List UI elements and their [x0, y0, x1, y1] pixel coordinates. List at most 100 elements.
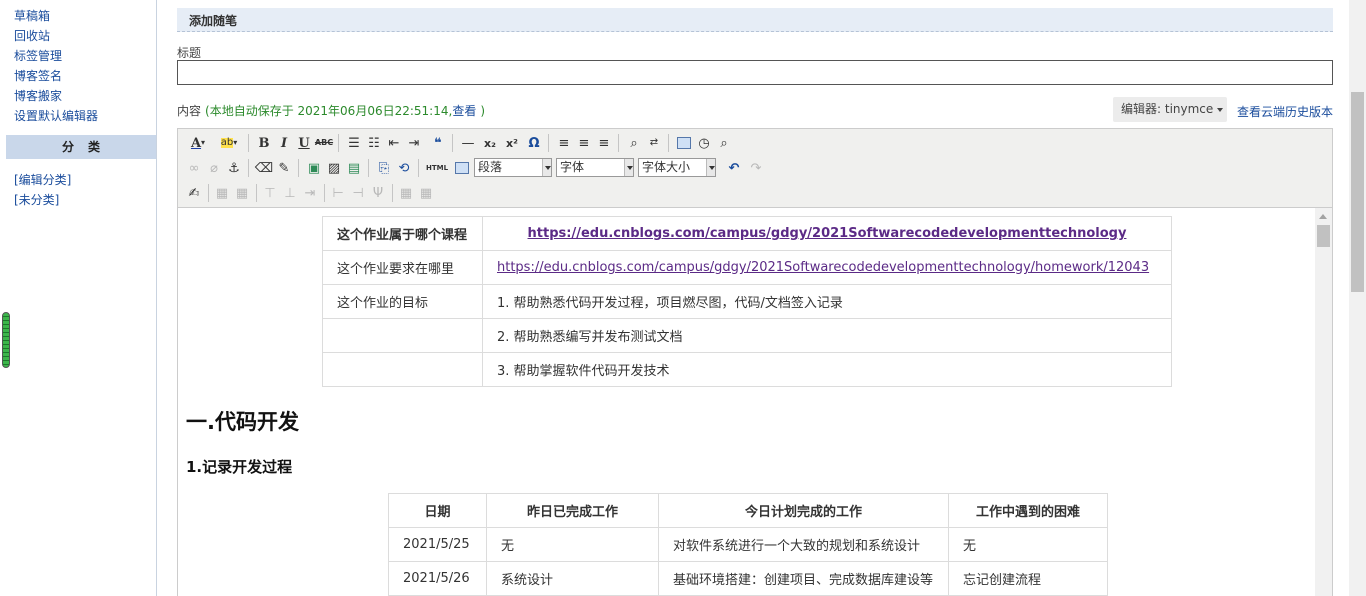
sidebar-link-migrate[interactable]: 博客搬家 [14, 89, 62, 103]
eraser-icon[interactable]: ⌫ [254, 159, 274, 177]
link-icon[interactable]: ∞ [184, 159, 204, 177]
sidebar: 草稿箱 回收站 标签管理 博客签名 博客搬家 设置默认编辑器 分类 [编辑分类]… [0, 0, 157, 596]
course-link[interactable]: https://edu.cnblogs.com/campus/gdgy/2021… [528, 226, 1127, 241]
editor-select-label: 编辑器: tinymce [1121, 102, 1214, 116]
table-cell: https://edu.cnblogs.com/campus/gdgy/2021… [482, 250, 1172, 285]
table-cell: 系统设计 [486, 561, 659, 596]
insert-row-before-icon[interactable]: ⊤ [260, 184, 280, 202]
homework-link[interactable]: https://edu.cnblogs.com/campus/gdgy/2021… [497, 260, 1149, 275]
anchor-icon[interactable]: ⚓ [224, 159, 244, 177]
fullscreen-icon[interactable] [452, 159, 472, 177]
image-icon[interactable]: ▨ [324, 159, 344, 177]
insert-time-icon[interactable]: ◷ [694, 134, 714, 152]
table-header-cell: 日期 [388, 493, 487, 528]
html-source-icon[interactable]: HTML [424, 159, 450, 177]
cloud-history-link[interactable]: 查看云端历史版本 [1237, 103, 1333, 120]
table-props-icon[interactable]: ▦ [232, 184, 252, 202]
table-cell: 2021/5/25 [388, 527, 487, 562]
table-cell: 基础环境搭建：创建项目、完成数据库建设等 [658, 561, 949, 596]
table-cell: 忘记创建流程 [948, 561, 1108, 596]
table-header-cell: 昨日已完成工作 [486, 493, 659, 528]
delete-row-icon[interactable]: ⇥ [300, 184, 320, 202]
title-label: 标题 [177, 46, 202, 60]
paste-icon[interactable]: ⎘ [374, 159, 394, 177]
table-header-cell: 工作中遇到的困难 [948, 493, 1108, 528]
insert-row-after-icon[interactable]: ⊥ [280, 184, 300, 202]
assignment-info-table: 这个作业属于哪个课程 https://edu.cnblogs.com/campu… [322, 216, 1172, 387]
align-left-icon[interactable]: ≡ [554, 134, 574, 152]
window-scroll-thumb[interactable] [1351, 92, 1364, 292]
redo-icon[interactable]: ↷ [746, 159, 766, 177]
bold-icon[interactable]: B [254, 134, 274, 152]
edit-category-link[interactable]: [编辑分类] [14, 173, 71, 187]
section-header: 添加随笔 [177, 8, 1333, 32]
italic-icon[interactable]: I [274, 134, 294, 152]
table-cell: https://edu.cnblogs.com/campus/gdgy/2021… [482, 216, 1172, 251]
scroll-up-icon[interactable] [1319, 214, 1327, 219]
title-input[interactable] [177, 60, 1333, 85]
table-cell: 3. 帮助掌握软件代码开发技术 [482, 352, 1172, 387]
editor-select-dropdown[interactable]: 编辑器: tinymce [1113, 97, 1227, 122]
chevron-down-icon [1217, 107, 1224, 112]
table-cell: 无 [948, 527, 1108, 562]
blockquote-icon[interactable]: ❝ [428, 134, 448, 152]
undo-icon[interactable]: ↶ [724, 159, 744, 177]
indent-icon[interactable]: ⇥ [404, 134, 424, 152]
highlight-color-icon[interactable]: ab ▾ [214, 134, 244, 152]
table-cell: 2. 帮助熟悉编写并发布测试文档 [482, 318, 1172, 353]
editor-scrollbar[interactable] [1315, 208, 1332, 596]
preview-icon[interactable]: ⌕ [714, 134, 734, 152]
split-cells-icon[interactable]: ▦ [396, 184, 416, 202]
align-center-icon[interactable]: ≡ [574, 134, 594, 152]
table-row: 这个作业要求在哪里 https://edu.cnblogs.com/campus… [322, 250, 1172, 285]
view-autosave-link[interactable]: 查看 [452, 104, 476, 118]
uncategorized-link[interactable]: [未分类] [14, 193, 59, 207]
window-scrollbar[interactable] [1349, 0, 1366, 596]
media-icon[interactable]: ▤ [344, 159, 364, 177]
format-select[interactable]: 段落 [474, 158, 552, 177]
find-replace-icon[interactable]: ⇄ [644, 134, 664, 152]
table-cell: 这个作业的目标 [322, 284, 483, 319]
sidebar-link-tags[interactable]: 标签管理 [14, 49, 62, 63]
find-icon[interactable]: ⌕ [624, 134, 644, 152]
table-header-row: 日期 昨日已完成工作 今日计划完成的工作 工作中遇到的困难 [388, 493, 1108, 528]
delete-col-icon[interactable]: Ψ [368, 184, 388, 202]
special-char-icon[interactable]: Ω [524, 134, 544, 152]
insert-col-before-icon[interactable]: ⊢ [328, 184, 348, 202]
table-icon[interactable]: ▦ [212, 184, 232, 202]
insert-col-after-icon[interactable]: ⊣ [348, 184, 368, 202]
text-color-icon[interactable]: A ▾ [184, 134, 212, 152]
sidebar-link-drafts[interactable]: 草稿箱 [14, 9, 50, 23]
toolbar-row-1: A ▾ ab ▾ B I U ABC ☰ ☷ ⇤ ⇥ ❝ — x₂ x² Ω ≡ ≡… [184, 132, 1324, 154]
subscript-icon[interactable]: x₂ [480, 134, 500, 152]
superscript-icon[interactable]: x² [502, 134, 522, 152]
strikethrough-icon[interactable]: ABC [314, 134, 334, 152]
sidebar-link-recycle[interactable]: 回收站 [14, 29, 50, 43]
bullet-list-icon[interactable]: ☰ [344, 134, 364, 152]
editor-content-area[interactable]: 这个作业属于哪个课程 https://edu.cnblogs.com/campu… [177, 208, 1333, 596]
outdent-icon[interactable]: ⇤ [384, 134, 404, 152]
editor-toolbar: A ▾ ab ▾ B I U ABC ☰ ☷ ⇤ ⇥ ❝ — x₂ x² Ω ≡ ≡… [177, 128, 1333, 208]
numbered-list-icon[interactable]: ☷ [364, 134, 384, 152]
table-header-cell: 今日计划完成的工作 [658, 493, 949, 528]
unlink-icon[interactable]: ⌀ [204, 159, 224, 177]
merge-cells-icon[interactable]: ▦ [416, 184, 436, 202]
edit-icon[interactable]: ✍ [184, 184, 204, 202]
panel-resize-handle[interactable] [2, 312, 10, 368]
category-header: 分类 [6, 135, 156, 159]
insert-image-icon[interactable]: ▣ [304, 159, 324, 177]
table-row: 2021/5/26 系统设计 基础环境搭建：创建项目、完成数据库建设等 忘记创建… [388, 561, 1108, 596]
horizontal-rule-icon[interactable]: — [458, 134, 478, 152]
font-family-select[interactable]: 字体 [556, 158, 634, 177]
font-size-select[interactable]: 字体大小 [638, 158, 716, 177]
toolbar-row-3: ✍ ▦ ▦ ⊤ ⊥ ⇥ ⊢ ⊣ Ψ ▦ ▦ [184, 182, 1324, 204]
cleanup-icon[interactable]: ✎ [274, 159, 294, 177]
underline-icon[interactable]: U [294, 134, 314, 152]
editor-scroll-thumb[interactable] [1317, 225, 1330, 247]
sidebar-link-signature[interactable]: 博客签名 [14, 69, 62, 83]
table-cell [322, 318, 483, 353]
code-icon[interactable]: ⟲ [394, 159, 414, 177]
insert-date-icon[interactable] [674, 134, 694, 152]
sidebar-link-default-editor[interactable]: 设置默认编辑器 [14, 109, 98, 123]
align-right-icon[interactable]: ≡ [594, 134, 614, 152]
